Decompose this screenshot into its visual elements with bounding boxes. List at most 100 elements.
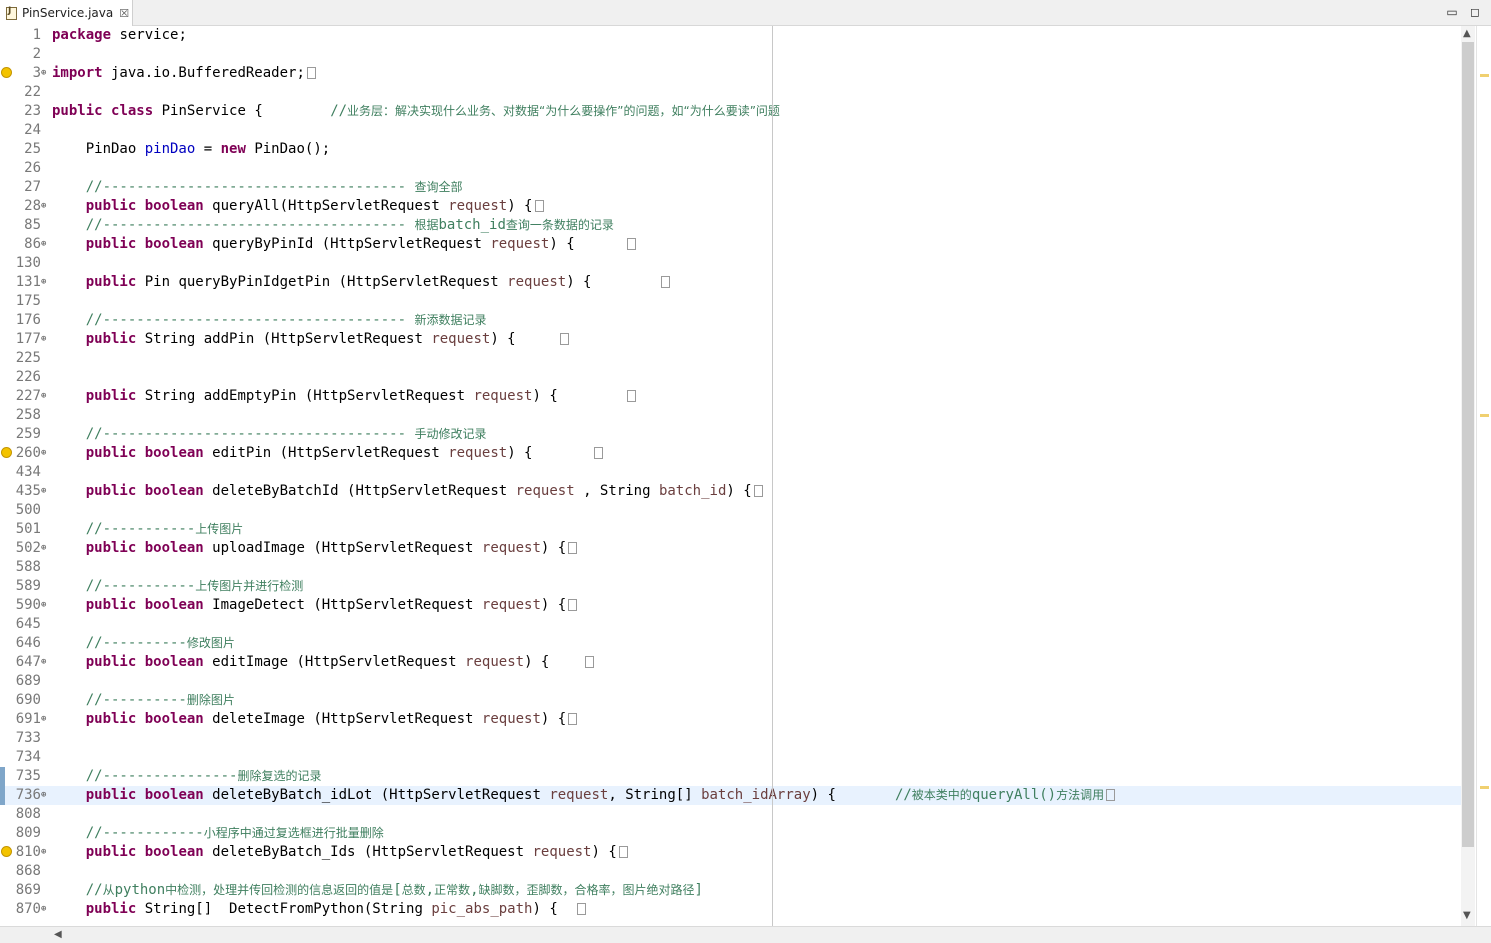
code-line[interactable]: 868 bbox=[0, 862, 1461, 881]
fold-expand-icon[interactable]: ⊕ bbox=[41, 335, 49, 344]
folded-block-icon[interactable] bbox=[585, 656, 595, 668]
code-line[interactable]: 870 ⊕ public String[] DetectFromPython(St… bbox=[0, 900, 1461, 919]
code-line[interactable]: 736 ⊕ public boolean deleteByBatch_idLot … bbox=[0, 786, 1461, 805]
code-text[interactable]: //----------修改图片 bbox=[52, 634, 235, 653]
code-line[interactable]: 434 bbox=[0, 463, 1461, 482]
code-line[interactable]: 588 bbox=[0, 558, 1461, 577]
code-line[interactable]: 24 bbox=[0, 121, 1461, 140]
folded-block-icon[interactable] bbox=[1106, 789, 1116, 801]
code-line[interactable]: 810 ⊕ public boolean deleteByBatch_Ids (H… bbox=[0, 843, 1461, 862]
fold-expand-icon[interactable]: ⊕ bbox=[41, 791, 49, 800]
code-line[interactable]: 176 //----------------------------------… bbox=[0, 311, 1461, 330]
fold-expand-icon[interactable]: ⊕ bbox=[41, 715, 49, 724]
code-line[interactable]: 225 bbox=[0, 349, 1461, 368]
code-line[interactable]: 259 //----------------------------------… bbox=[0, 425, 1461, 444]
fold-expand-icon[interactable]: ⊕ bbox=[41, 202, 49, 211]
ruler-warning-marker[interactable] bbox=[1480, 414, 1489, 417]
code-line[interactable]: 27 //-----------------------------------… bbox=[0, 178, 1461, 197]
code-line[interactable]: 3 ⊕ import java.io.BufferedReader; bbox=[0, 64, 1461, 83]
folded-block-icon[interactable] bbox=[618, 846, 628, 858]
fold-expand-icon[interactable]: ⊕ bbox=[41, 544, 49, 553]
code-text[interactable]: public boolean ImageDetect (HttpServletR… bbox=[52, 596, 578, 615]
code-line[interactable]: 689 bbox=[0, 672, 1461, 691]
code-text[interactable]: PinDao pinDao = new PinDao(); bbox=[52, 140, 330, 159]
code-text[interactable]: public boolean deleteByBatch_idLot (Http… bbox=[52, 786, 1116, 805]
minimize-button[interactable]: ▭ bbox=[1444, 4, 1460, 20]
code-line[interactable]: 735 //----------------删除复选的记录 bbox=[0, 767, 1461, 786]
fold-expand-icon[interactable]: ⊕ bbox=[41, 905, 49, 914]
fold-expand-icon[interactable]: ⊕ bbox=[41, 601, 49, 610]
fold-expand-icon[interactable]: ⊕ bbox=[41, 487, 49, 496]
code-line[interactable]: 645 bbox=[0, 615, 1461, 634]
code-line[interactable]: 589 //-----------上传图片并进行检测 bbox=[0, 577, 1461, 596]
fold-expand-icon[interactable]: ⊕ bbox=[41, 278, 49, 287]
code-text[interactable]: //----------------删除复选的记录 bbox=[52, 767, 322, 786]
code-line[interactable]: 260 ⊕ public boolean editPin (HttpServlet… bbox=[0, 444, 1461, 463]
close-tab-icon[interactable]: ☒ bbox=[119, 7, 129, 20]
code-line[interactable]: 502 ⊕ public boolean uploadImage (HttpSer… bbox=[0, 539, 1461, 558]
folded-block-icon[interactable] bbox=[568, 713, 578, 725]
code-line[interactable]: 690 //----------删除图片 bbox=[0, 691, 1461, 710]
code-line[interactable]: 501 //-----------上传图片 bbox=[0, 520, 1461, 539]
code-text[interactable]: //-----------上传图片并进行检测 bbox=[52, 577, 304, 596]
ruler-warning-marker[interactable] bbox=[1480, 74, 1489, 77]
code-line[interactable]: 734 bbox=[0, 748, 1461, 767]
code-text[interactable]: public boolean queryAll(HttpServletReque… bbox=[52, 197, 544, 216]
folded-block-icon[interactable] bbox=[593, 447, 603, 459]
fold-expand-icon[interactable]: ⊕ bbox=[41, 240, 49, 249]
folded-block-icon[interactable] bbox=[559, 333, 569, 345]
code-line[interactable]: 646 //----------修改图片 bbox=[0, 634, 1461, 653]
code-text[interactable]: //-----------上传图片 bbox=[52, 520, 244, 539]
code-text[interactable]: public boolean deleteByBatchId (HttpServ… bbox=[52, 482, 763, 501]
code-line[interactable]: 500 bbox=[0, 501, 1461, 520]
fold-expand-icon[interactable]: ⊕ bbox=[41, 848, 49, 857]
folded-block-icon[interactable] bbox=[306, 67, 316, 79]
code-line[interactable]: 130 bbox=[0, 254, 1461, 273]
fold-expand-icon[interactable]: ⊕ bbox=[41, 658, 49, 667]
folded-block-icon[interactable] bbox=[568, 542, 578, 554]
code-line[interactable]: 226 bbox=[0, 368, 1461, 387]
scroll-down-icon[interactable]: ▼ bbox=[1463, 910, 1471, 921]
code-text[interactable]: //----------删除图片 bbox=[52, 691, 235, 710]
code-text[interactable]: //------------小程序中通过复选框进行批量删除 bbox=[52, 824, 384, 843]
folded-block-icon[interactable] bbox=[660, 276, 670, 288]
code-text[interactable]: //------------------------------------ 新… bbox=[52, 311, 487, 330]
code-text[interactable]: public String addEmptyPin (HttpServletRe… bbox=[52, 387, 637, 406]
code-text[interactable]: //------------------------------------ 手… bbox=[52, 425, 487, 444]
code-line[interactable]: 258 bbox=[0, 406, 1461, 425]
folded-block-icon[interactable] bbox=[753, 485, 763, 497]
folded-block-icon[interactable] bbox=[627, 238, 637, 250]
code-text[interactable]: public class PinService { //业务层：解决实现什么业务… bbox=[52, 102, 780, 121]
code-text[interactable]: //------------------------------------ 根… bbox=[52, 216, 614, 235]
code-editor[interactable]: 1 package service; 2 3 ⊕ import java.io.Buffe… bbox=[0, 26, 1461, 926]
code-line[interactable]: 809 //------------小程序中通过复选框进行批量删除 bbox=[0, 824, 1461, 843]
code-line[interactable]: 177 ⊕ public String addPin (HttpServletRe… bbox=[0, 330, 1461, 349]
fold-expand-icon[interactable]: ⊕ bbox=[41, 69, 49, 78]
code-text[interactable]: public boolean deleteByBatch_Ids (HttpSe… bbox=[52, 843, 628, 862]
code-line[interactable]: 22 bbox=[0, 83, 1461, 102]
code-text[interactable]: public boolean editImage (HttpServletReq… bbox=[52, 653, 595, 672]
code-line[interactable]: 26 bbox=[0, 159, 1461, 178]
code-line[interactable]: 85 //-----------------------------------… bbox=[0, 216, 1461, 235]
code-line[interactable]: 131 ⊕ public Pin queryByPinIdgetPin (Http… bbox=[0, 273, 1461, 292]
code-line[interactable]: 590 ⊕ public boolean ImageDetect (HttpSer… bbox=[0, 596, 1461, 615]
maximize-button[interactable]: ◻ bbox=[1467, 4, 1483, 20]
code-text[interactable]: package service; bbox=[52, 26, 187, 45]
code-line[interactable]: 869 //从python中检测，处理并传回检测的信息返回的值是[总数,正常数,… bbox=[0, 881, 1461, 900]
scrollbar-thumb[interactable] bbox=[1462, 42, 1474, 847]
folded-block-icon[interactable] bbox=[627, 390, 637, 402]
code-line[interactable]: 23 public class PinService { //业务层：解决实现什么… bbox=[0, 102, 1461, 121]
folded-block-icon[interactable] bbox=[568, 599, 578, 611]
folded-block-icon[interactable] bbox=[576, 903, 586, 915]
code-line[interactable]: 1 package service; bbox=[0, 26, 1461, 45]
code-text[interactable]: public Pin queryByPinIdgetPin (HttpServl… bbox=[52, 273, 670, 292]
code-line[interactable]: 808 bbox=[0, 805, 1461, 824]
code-text[interactable]: public boolean queryByPinId (HttpServlet… bbox=[52, 235, 637, 254]
fold-expand-icon[interactable]: ⊕ bbox=[41, 449, 49, 458]
code-text[interactable]: public boolean editPin (HttpServletReque… bbox=[52, 444, 603, 463]
fold-expand-icon[interactable]: ⊕ bbox=[41, 392, 49, 401]
code-text[interactable]: public String[] DetectFromPython(String … bbox=[52, 900, 586, 919]
code-line[interactable]: 647 ⊕ public boolean editImage (HttpServl… bbox=[0, 653, 1461, 672]
scroll-up-icon[interactable]: ▲ bbox=[1463, 28, 1471, 39]
scroll-left-icon[interactable]: ◀ bbox=[54, 929, 62, 940]
